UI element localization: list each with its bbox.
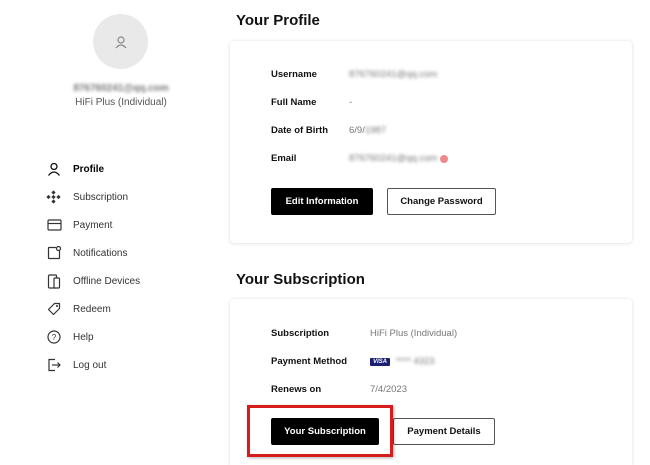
payment-details-button[interactable]: Payment Details <box>393 418 495 445</box>
username-row: Username 876760241@qq.com <box>271 69 437 80</box>
sidebar-nav: Profile Subscription Payment Notificatio… <box>46 155 140 379</box>
email-label: Email <box>271 153 297 164</box>
payment-method-label: Payment Method <box>271 356 348 367</box>
subscription-label: Subscription <box>271 328 330 339</box>
dob-year: 1987 <box>364 125 386 136</box>
fullname-label: Full Name <box>271 97 317 108</box>
sidebar-item-redeem[interactable]: Redeem <box>46 295 140 323</box>
sidebar-item-label: Redeem <box>73 303 111 315</box>
user-icon <box>115 35 126 48</box>
change-password-button[interactable]: Change Password <box>387 188 496 215</box>
sidebar-item-help[interactable]: ? Help <box>46 323 140 351</box>
sidebar-item-label: Profile <box>73 163 105 175</box>
subscription-row: Subscription HiFi Plus (Individual) <box>271 328 457 339</box>
profile-title: Your Profile <box>236 12 320 29</box>
email-row: Email 876760241@qq.com <box>271 153 449 164</box>
sidebar-item-label: Notifications <box>73 247 128 259</box>
username-label: Username <box>271 69 317 80</box>
edit-information-button[interactable]: Edit Information <box>271 188 373 215</box>
sidebar-item-label: Subscription <box>73 191 129 203</box>
visa-icon: VISA <box>370 357 391 366</box>
subscription-title: Your Subscription <box>236 271 365 288</box>
sidebar-item-payment[interactable]: Payment <box>46 211 140 239</box>
card-icon <box>46 217 62 233</box>
devices-icon <box>46 273 62 289</box>
sidebar-item-subscription[interactable]: Subscription <box>46 183 140 211</box>
help-icon: ? <box>46 329 62 345</box>
email-value: 876760241@qq.com <box>349 153 438 164</box>
dob-value: 6/9/ <box>349 125 365 136</box>
profile-card: Username 876760241@qq.com Full Name - Da… <box>230 41 632 243</box>
highlight-box <box>247 405 393 457</box>
tag-icon <box>46 301 62 317</box>
dob-row: Date of Birth 6/9/1987 <box>271 125 386 136</box>
sidebar-item-label: Log out <box>73 359 107 371</box>
sidebar-item-label: Payment <box>73 219 113 231</box>
sidebar-item-log-out[interactable]: Log out <box>46 351 140 379</box>
renews-row: Renews on 7/4/2023 <box>271 384 407 395</box>
fullname-row: Full Name - <box>271 97 352 108</box>
unverified-dot-icon <box>440 154 449 163</box>
sidebar-item-offline-devices[interactable]: Offline Devices <box>46 267 140 295</box>
sidebar-item-notifications[interactable]: Notifications <box>46 239 140 267</box>
card-number: **** 4323 <box>396 356 435 367</box>
sidebar-item-label: Help <box>73 331 94 343</box>
user-email: 876760241@qq.com <box>73 83 169 94</box>
avatar <box>93 14 148 69</box>
bell-square-icon <box>46 245 62 261</box>
sidebar-item-profile[interactable]: Profile <box>46 155 140 183</box>
dob-label: Date of Birth <box>271 125 328 136</box>
sidebar-item-label: Offline Devices <box>73 275 141 287</box>
svg-text:?: ? <box>52 333 57 342</box>
logout-icon <box>46 357 62 373</box>
fullname-value: - <box>349 97 353 108</box>
renews-value: 7/4/2023 <box>370 384 407 395</box>
dots-icon <box>46 189 62 205</box>
user-icon <box>46 161 62 177</box>
plan-name: HiFi Plus (Individual) <box>75 97 167 108</box>
subscription-value: HiFi Plus (Individual) <box>370 328 458 339</box>
payment-method-row: Payment Method VISA **** 4323 <box>271 356 435 367</box>
username-value: 876760241@qq.com <box>349 69 438 80</box>
renews-label: Renews on <box>271 384 322 395</box>
